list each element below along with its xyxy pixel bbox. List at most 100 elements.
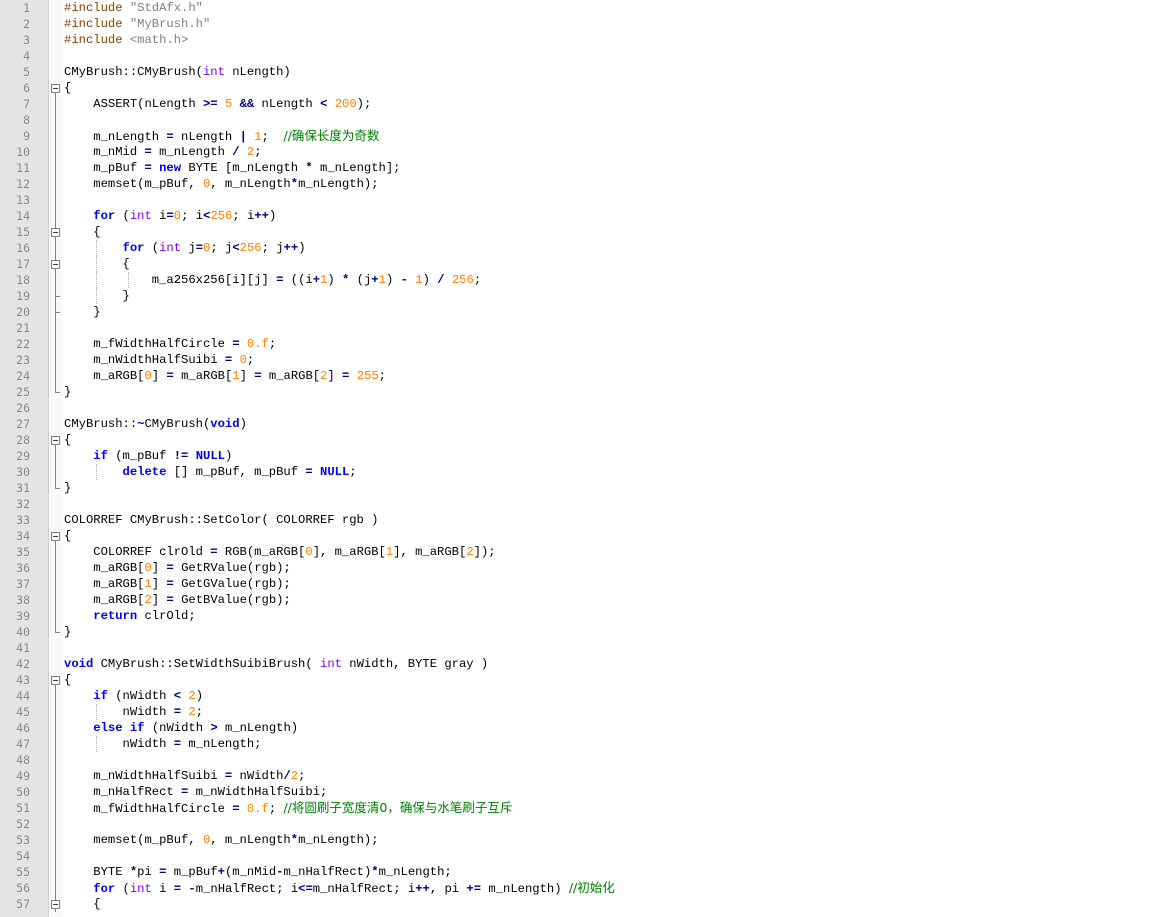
code-line[interactable]: 36 m_aRGB[0] = GetRValue(rgb); — [0, 560, 1175, 576]
code-line[interactable]: 8 — [0, 112, 1175, 128]
code-line[interactable]: 35 COLORREF clrOld = RGB(m_aRGB[0], m_aR… — [0, 544, 1175, 560]
fold-toggle-icon[interactable] — [50, 896, 61, 912]
code-text[interactable]: m_aRGB[0] = m_aRGB[1] = m_aRGB[2] = 255; — [64, 368, 386, 384]
code-text[interactable]: nWidth = 2; — [64, 704, 204, 720]
code-line[interactable]: 23 m_nWidthHalfSuibi = 0; — [0, 352, 1175, 368]
code-text[interactable]: COLORREF clrOld = RGB(m_aRGB[0], m_aRGB[… — [64, 544, 495, 560]
code-text[interactable]: COLORREF CMyBrush::SetColor( COLORREF rg… — [64, 512, 379, 528]
code-line[interactable]: 4 — [0, 48, 1175, 64]
code-line[interactable]: 24 m_aRGB[0] = m_aRGB[1] = m_aRGB[2] = 2… — [0, 368, 1175, 384]
code-line[interactable]: 6{ — [0, 80, 1175, 96]
code-line[interactable]: 34 { — [0, 528, 1175, 544]
code-line[interactable]: 16 for (int j=0; j<256; j++) — [0, 240, 1175, 256]
code-line[interactable]: 45 nWidth = 2; — [0, 704, 1175, 720]
code-line[interactable]: 49 m_nWidthHalfSuibi = nWidth/2; — [0, 768, 1175, 784]
code-text[interactable]: else if (nWidth > m_nLength) — [64, 720, 298, 736]
code-text[interactable]: m_a256x256[i][j] = ((i+1) * (j+1) - 1) /… — [64, 272, 481, 288]
code-text[interactable]: m_pBuf = new BYTE [m_nLength * m_nLength… — [64, 160, 400, 176]
code-line[interactable]: 41 — [0, 640, 1175, 656]
code-line[interactable]: 32 — [0, 496, 1175, 512]
code-line[interactable]: 14 for (int i=0; i<256; i++) — [0, 208, 1175, 224]
code-text[interactable]: m_fWidthHalfCircle = 0.f; — [64, 336, 276, 352]
code-text[interactable]: #include "StdAfx.h" — [64, 0, 203, 16]
code-line[interactable]: 12 memset(m_pBuf, 0, m_nLength*m_nLength… — [0, 176, 1175, 192]
code-line[interactable]: 37 m_aRGB[1] = GetGValue(rgb); — [0, 576, 1175, 592]
code-text[interactable]: CMyBrush::CMyBrush(int nLength) — [64, 64, 291, 80]
code-line[interactable]: 38 m_aRGB[2] = GetBValue(rgb); — [0, 592, 1175, 608]
code-text[interactable]: } — [64, 480, 71, 496]
code-text[interactable]: nWidth = m_nLength; — [64, 736, 262, 752]
code-line[interactable]: 39 return clrOld; — [0, 608, 1175, 624]
code-text[interactable]: if (m_pBuf != NULL) — [64, 448, 232, 464]
code-line[interactable]: 54 — [0, 848, 1175, 864]
code-line[interactable]: 11 m_pBuf = new BYTE [m_nLength * m_nLen… — [0, 160, 1175, 176]
code-text[interactable]: memset(m_pBuf, 0, m_nLength*m_nLength); — [64, 176, 378, 192]
code-line[interactable]: 57 { — [0, 896, 1175, 912]
code-text[interactable]: if (nWidth < 2) — [64, 688, 203, 704]
fold-toggle-icon[interactable] — [50, 80, 61, 96]
code-line[interactable]: 7 ASSERT(nLength >= 5 && nLength < 200); — [0, 96, 1175, 112]
code-text[interactable]: { — [64, 672, 71, 688]
fold-toggle-icon[interactable] — [50, 528, 61, 544]
code-text[interactable]: return clrOld; — [64, 608, 195, 624]
code-line[interactable]: 27 CMyBrush::~CMyBrush(void) — [0, 416, 1175, 432]
code-line[interactable]: 17 { — [0, 256, 1175, 272]
fold-toggle-icon[interactable] — [50, 672, 61, 688]
code-text[interactable]: } — [64, 624, 71, 640]
code-line[interactable]: 15 { — [0, 224, 1175, 240]
code-line[interactable]: 21 — [0, 320, 1175, 336]
code-text[interactable]: { — [64, 256, 130, 272]
code-line[interactable]: 13 — [0, 192, 1175, 208]
code-line[interactable]: 26 — [0, 400, 1175, 416]
code-line[interactable]: 29 if (m_pBuf != NULL) — [0, 448, 1175, 464]
code-line[interactable]: 48 — [0, 752, 1175, 768]
fold-toggle-icon[interactable] — [50, 432, 61, 448]
code-line[interactable]: 56 for (int i = -m_nHalfRect; i<=m_nHalf… — [0, 880, 1175, 896]
code-text[interactable]: m_nMid = m_nLength / 2; — [64, 144, 261, 160]
code-text[interactable]: } — [64, 288, 130, 304]
code-text[interactable]: } — [64, 384, 71, 400]
code-line[interactable]: 20 } — [0, 304, 1175, 320]
code-line[interactable]: 50 m_nHalfRect = m_nWidthHalfSuibi; — [0, 784, 1175, 800]
code-text[interactable]: { — [64, 528, 71, 544]
code-line[interactable]: 5 CMyBrush::CMyBrush(int nLength) — [0, 64, 1175, 80]
code-line[interactable]: 47 nWidth = m_nLength; — [0, 736, 1175, 752]
code-text[interactable]: { — [64, 224, 100, 240]
code-editor[interactable]: 1 #include "StdAfx.h" 2 #include "MyBrush.h… — [0, 0, 1175, 917]
code-line[interactable]: 52 — [0, 816, 1175, 832]
code-line[interactable]: 30 delete [] m_pBuf, m_pBuf = NULL; — [0, 464, 1175, 480]
code-text[interactable]: BYTE *pi = m_pBuf+(m_nMid-m_nHalfRect)*m… — [64, 864, 451, 880]
code-line[interactable]: 51 m_fWidthHalfCircle = 0.f; //将圆刷子宽度清0，… — [0, 800, 1175, 816]
code-line[interactable]: 9 m_nLength = nLength | 1; //确保长度为奇数 — [0, 128, 1175, 144]
code-text[interactable]: { — [64, 80, 71, 96]
fold-toggle-icon[interactable] — [50, 224, 61, 240]
fold-toggle-icon[interactable] — [50, 256, 61, 272]
code-line[interactable]: 10 m_nMid = m_nLength / 2; — [0, 144, 1175, 160]
code-line[interactable]: 53 memset(m_pBuf, 0, m_nLength*m_nLength… — [0, 832, 1175, 848]
code-text[interactable]: for (int i=0; i<256; i++) — [64, 208, 276, 224]
code-line[interactable]: 28 { — [0, 432, 1175, 448]
code-text[interactable]: for (int i = -m_nHalfRect; i<=m_nHalfRec… — [64, 880, 615, 897]
code-text[interactable]: m_nWidthHalfSuibi = nWidth/2; — [64, 768, 305, 784]
code-line[interactable]: 43 { — [0, 672, 1175, 688]
code-line[interactable]: 31} — [0, 480, 1175, 496]
code-text[interactable]: m_aRGB[1] = GetGValue(rgb); — [64, 576, 291, 592]
code-text[interactable]: delete [] m_pBuf, m_pBuf = NULL; — [64, 464, 357, 480]
code-text[interactable]: m_nLength = nLength | 1; //确保长度为奇数 — [64, 128, 379, 145]
code-text[interactable]: m_aRGB[2] = GetBValue(rgb); — [64, 592, 291, 608]
code-text[interactable]: { — [64, 896, 100, 912]
code-line[interactable]: 22 m_fWidthHalfCircle = 0.f; — [0, 336, 1175, 352]
code-text[interactable]: memset(m_pBuf, 0, m_nLength*m_nLength); — [64, 832, 378, 848]
code-text[interactable]: m_nWidthHalfSuibi = 0; — [64, 352, 254, 368]
code-line[interactable]: 44 if (nWidth < 2) — [0, 688, 1175, 704]
code-text[interactable]: ASSERT(nLength >= 5 && nLength < 200); — [64, 96, 371, 112]
code-text[interactable]: #include "MyBrush.h" — [64, 16, 210, 32]
code-text[interactable]: { — [64, 432, 71, 448]
code-text[interactable]: #include <math.h> — [64, 32, 188, 48]
code-text[interactable]: CMyBrush::~CMyBrush(void) — [64, 416, 247, 432]
code-text[interactable]: void CMyBrush::SetWidthSuibiBrush( int n… — [64, 656, 488, 672]
code-line[interactable]: 33 COLORREF CMyBrush::SetColor( COLORREF … — [0, 512, 1175, 528]
code-line[interactable]: 2 #include "MyBrush.h" — [0, 16, 1175, 32]
code-text[interactable]: m_aRGB[0] = GetRValue(rgb); — [64, 560, 291, 576]
code-line[interactable]: 42 void CMyBrush::SetWidthSuibiBrush( int… — [0, 656, 1175, 672]
